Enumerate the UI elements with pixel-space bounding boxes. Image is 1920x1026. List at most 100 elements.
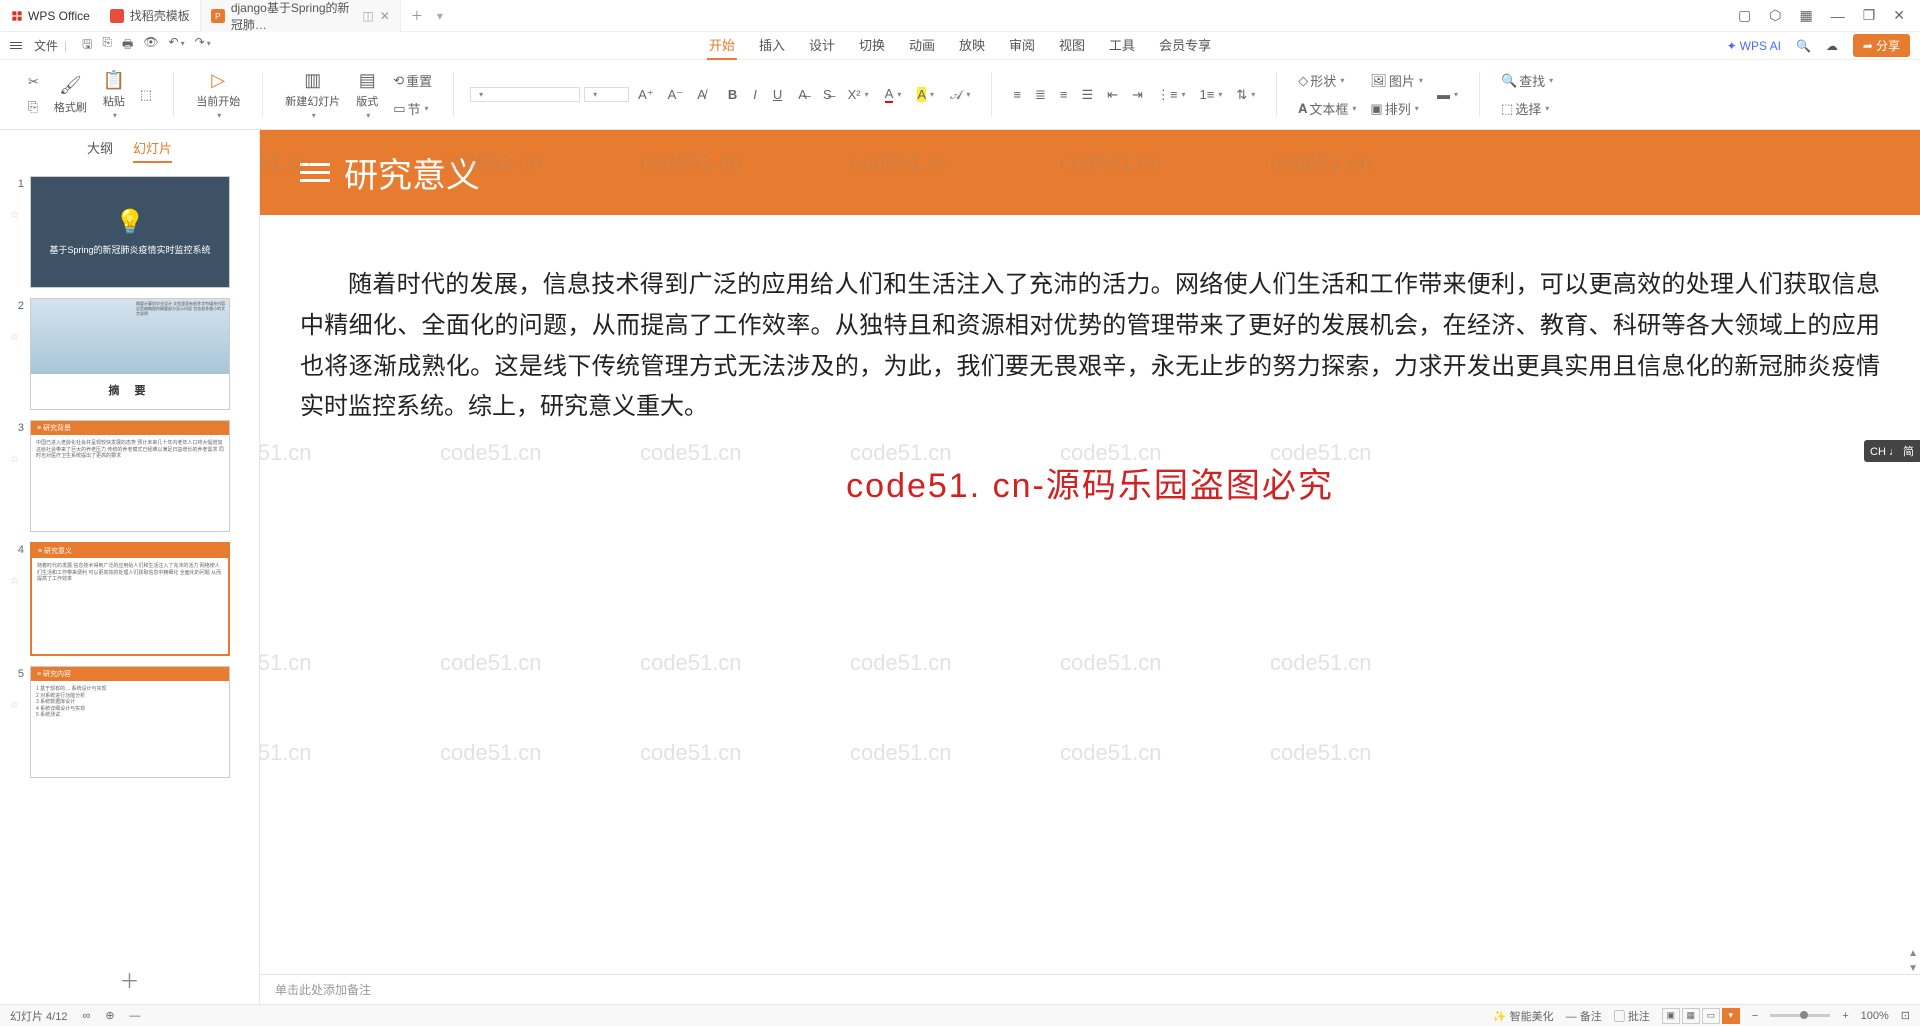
thumbnail-4[interactable]: ≡ 研究意义随着时代的发展 信息技术得到广泛的应用给人们和生活注入了充沛的活力 … <box>30 542 230 656</box>
select-button[interactable]: ⬚ 选择 <box>1496 96 1558 121</box>
tab-review[interactable]: 审阅 <box>1007 31 1037 60</box>
italic-icon[interactable]: I <box>748 83 762 106</box>
shape-button[interactable]: ◇ 形状 <box>1293 68 1361 93</box>
file-menu[interactable]: 文件 <box>28 37 64 54</box>
align-right-icon[interactable]: ≡ <box>1055 84 1073 105</box>
view-normal-icon[interactable]: ▣ <box>1662 1008 1680 1024</box>
increase-font-icon[interactable]: A⁺ <box>633 84 659 106</box>
status-icon-1[interactable]: ∞ <box>82 1010 90 1022</box>
tab-document[interactable]: P django基于Spring的新冠肺… ◫ ✕ <box>201 0 401 32</box>
wps-ai-button[interactable]: ✦ WPS AI <box>1727 39 1781 53</box>
zoom-out-icon[interactable]: − <box>1752 1010 1758 1022</box>
numbering-icon[interactable]: 1≡ <box>1195 84 1228 105</box>
thumbnails-list[interactable]: 1☆ 💡基于Spring的新冠肺炎疫情实时监控系统 2☆ 摘要计算机毕业设计 文… <box>0 171 259 955</box>
from-current-button[interactable]: ▷当前开始 <box>190 67 246 122</box>
notes-placeholder[interactable]: 单击此处添加备注 <box>260 974 1920 1004</box>
clipboard-extra-icon[interactable]: ⬚ <box>135 84 157 106</box>
slide-canvas[interactable]: 研究意义 随着时代的发展，信息技术得到广泛的应用给人们和生活注入了充沛的活力。网… <box>260 130 1920 974</box>
arrange-button[interactable]: ▣ 排列 <box>1365 96 1428 121</box>
clear-format-icon[interactable]: A̸ <box>692 84 711 105</box>
superscript-icon[interactable]: X² <box>843 83 874 106</box>
thumbnail-1[interactable]: 💡基于Spring的新冠肺炎疫情实时监控系统 <box>30 176 230 288</box>
new-tab-button[interactable]: ＋ <box>401 7 433 24</box>
font-size[interactable] <box>584 87 629 102</box>
zoom-level[interactable]: 100% <box>1861 1010 1889 1022</box>
strike-icon[interactable]: A̶ <box>793 83 812 106</box>
tab-insert[interactable]: 插入 <box>757 31 787 60</box>
align-center-icon[interactable]: ≣ <box>1030 84 1051 106</box>
undo-icon[interactable]: ↶ <box>169 35 185 56</box>
copy-icon[interactable]: ⎘ <box>23 96 44 118</box>
bold-icon[interactable]: B <box>723 83 742 106</box>
tab-view[interactable]: 视图 <box>1057 31 1087 60</box>
tab-animation[interactable]: 动画 <box>907 31 937 60</box>
zoom-in-icon[interactable]: + <box>1842 1010 1848 1022</box>
tab-tools[interactable]: 工具 <box>1107 31 1137 60</box>
thumbnail-3[interactable]: ≡ 研究背景中国已进入老龄化社会并呈现较快发展的态势 预计未来几十年内老年人口将… <box>30 420 230 532</box>
tab-templates[interactable]: 找稻壳模板 <box>100 0 201 32</box>
section-button[interactable]: ▭ 节 <box>388 96 437 121</box>
status-icon-3[interactable]: — <box>130 1010 141 1022</box>
outline-tab[interactable]: 大纲 <box>87 138 113 163</box>
tab-extra-icon[interactable]: ◫ <box>362 9 373 23</box>
slides-tab[interactable]: 幻灯片 <box>133 138 172 163</box>
fill-icon[interactable]: ▬ <box>1432 84 1463 105</box>
reset-button[interactable]: ⟲ 重置 <box>388 68 437 93</box>
preview-icon[interactable]: 👁 <box>143 35 158 56</box>
highlight-icon[interactable]: A <box>912 83 939 106</box>
view-slideshow-icon[interactable]: ▾ <box>1722 1008 1740 1024</box>
maximize-icon[interactable]: ❐ <box>1863 7 1876 24</box>
paste-button[interactable]: 📋粘贴 <box>97 67 131 122</box>
indent-inc-icon[interactable]: ⇥ <box>1127 84 1148 106</box>
cut-icon[interactable]: ✂ <box>23 71 44 93</box>
bullets-icon[interactable]: ⋮≡ <box>1152 84 1191 106</box>
search-icon[interactable]: 🔍 <box>1796 39 1811 53</box>
close-tab-icon[interactable]: ✕ <box>380 9 390 23</box>
font-family[interactable] <box>470 87 580 102</box>
underline-icon[interactable]: U <box>768 83 787 106</box>
win-btn-2[interactable]: ⬡ <box>1769 7 1781 24</box>
save-icon[interactable]: 🖫 <box>82 35 92 56</box>
tab-start[interactable]: 开始 <box>707 31 737 60</box>
comments-toggle[interactable]: ▢ 批注 <box>1614 1008 1650 1024</box>
text-effects-icon[interactable]: 𝒜 <box>945 83 975 106</box>
print-icon[interactable]: ⎘ <box>102 35 112 56</box>
redo-icon[interactable]: ↷ <box>195 35 211 56</box>
tab-slideshow[interactable]: 放映 <box>957 31 987 60</box>
thumbnail-5[interactable]: ≡ 研究内容1 基于现有的… 系统设计与实现2 对系统进行功能分析3 系统数据库… <box>30 666 230 778</box>
win-btn-1[interactable]: ▢ <box>1738 7 1751 24</box>
smart-beautify[interactable]: ✨ 智能美化 <box>1493 1008 1554 1024</box>
hamburger-icon[interactable] <box>10 42 22 49</box>
justify-icon[interactable]: ☰ <box>1076 84 1098 106</box>
layout-button[interactable]: ▤版式 <box>350 67 384 122</box>
status-icon-2[interactable]: ⊕ <box>105 1009 114 1022</box>
line-spacing-icon[interactable]: ⇅ <box>1231 84 1260 106</box>
new-slide-button[interactable]: ▥新建幻灯片 <box>279 67 346 122</box>
tab-design[interactable]: 设计 <box>807 31 837 60</box>
fit-icon[interactable]: ⊡ <box>1901 1009 1910 1022</box>
view-sorter-icon[interactable]: ▦ <box>1682 1008 1700 1024</box>
print2-icon[interactable]: 🖶 <box>122 35 133 56</box>
minimize-icon[interactable]: — <box>1831 8 1845 24</box>
zoom-slider[interactable] <box>1770 1014 1830 1017</box>
align-left-icon[interactable]: ≡ <box>1008 84 1026 105</box>
cloud-icon[interactable]: ☁ <box>1826 39 1838 53</box>
textbox-button[interactable]: 𝐀 文本框 <box>1293 96 1361 121</box>
tab-transition[interactable]: 切换 <box>857 31 887 60</box>
add-slide-button[interactable]: ＋ <box>0 955 259 1004</box>
tab-menu-icon[interactable]: ▾ <box>437 9 443 23</box>
notes-toggle[interactable]: — 备注 <box>1566 1008 1602 1024</box>
format-painter-button[interactable]: 🖌格式刷 <box>48 73 93 117</box>
view-reading-icon[interactable]: ▭ <box>1702 1008 1720 1024</box>
thumbnail-2[interactable]: 摘要计算机毕业设计 文档里面有很多字符填充内容 这是缩略图的摘要部分显示内容 包… <box>30 298 230 410</box>
close-icon[interactable]: ✕ <box>1893 7 1905 24</box>
picture-button[interactable]: 🖼 图片 <box>1365 68 1428 93</box>
share-button[interactable]: ➦ 分享 <box>1853 34 1910 57</box>
tab-member[interactable]: 会员专享 <box>1157 31 1213 60</box>
win-btn-3[interactable]: ▦ <box>1799 7 1812 24</box>
font-color-icon[interactable]: A <box>880 83 907 106</box>
indent-dec-icon[interactable]: ⇤ <box>1102 84 1123 106</box>
strikethrough-icon[interactable]: S̶ <box>818 83 837 106</box>
find-button[interactable]: 🔍 查找 <box>1496 68 1558 93</box>
decrease-font-icon[interactable]: A⁻ <box>663 84 689 106</box>
